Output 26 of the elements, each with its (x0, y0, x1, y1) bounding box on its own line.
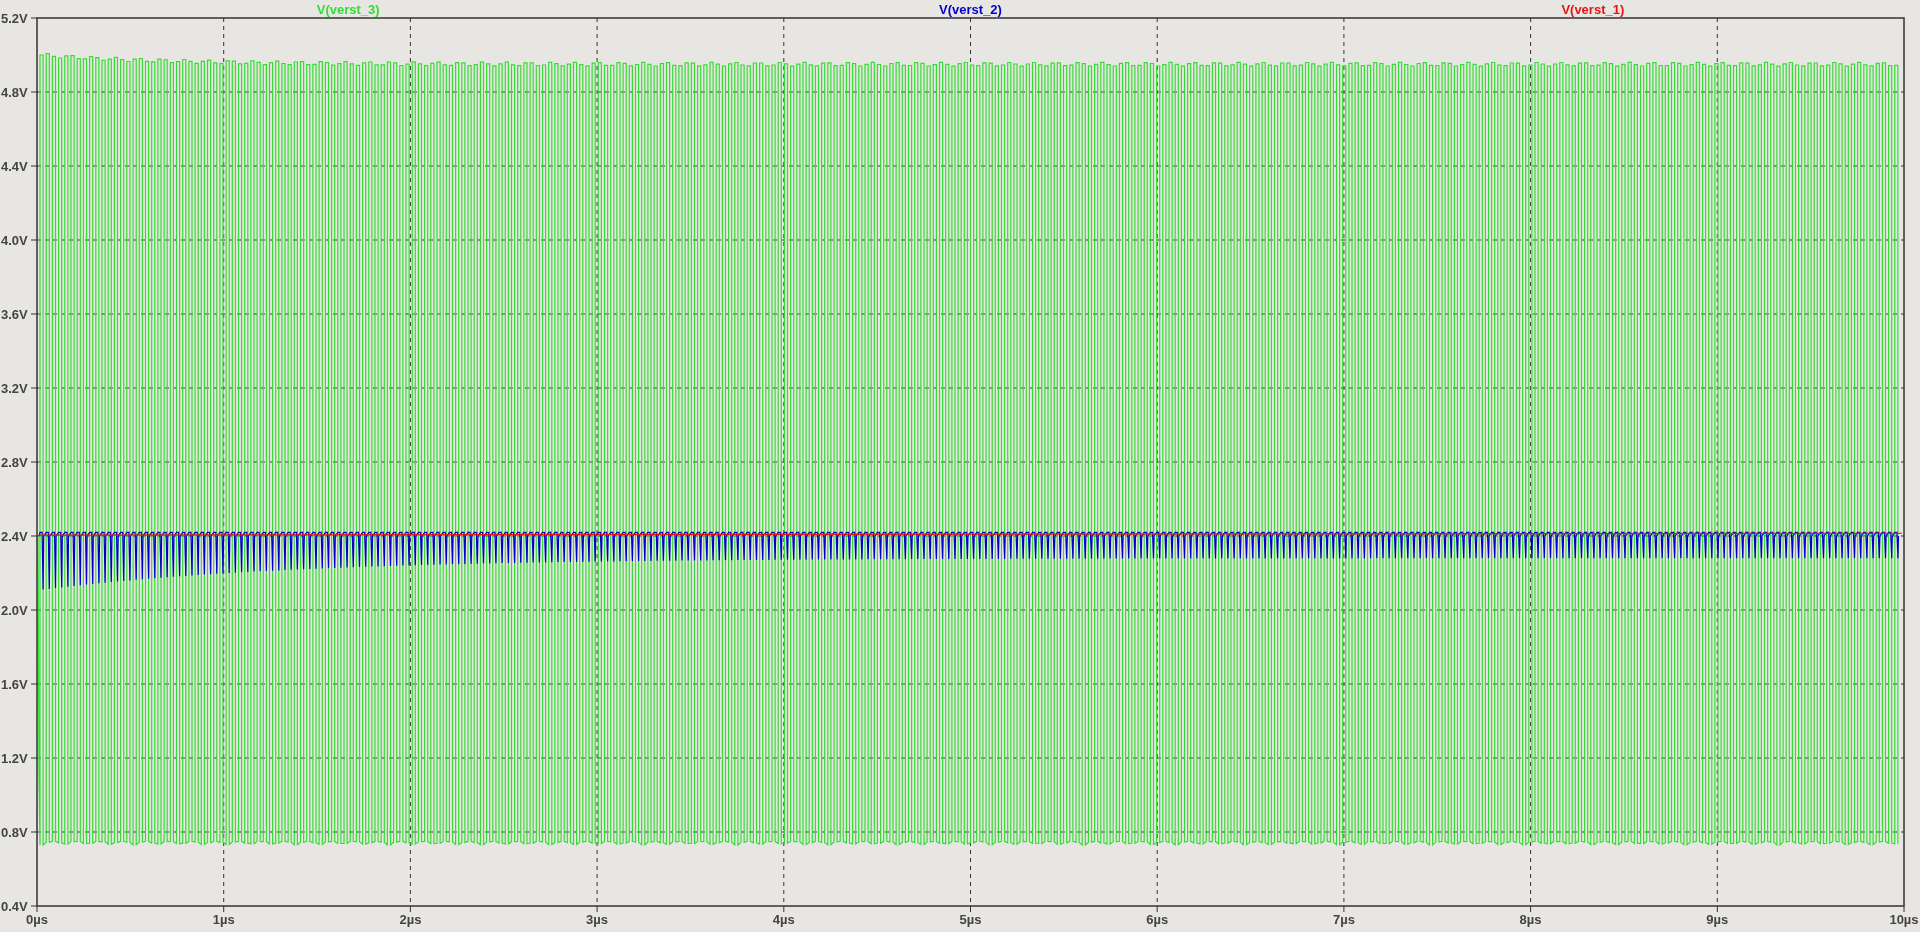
y-tick-label: 2.4V (1, 529, 28, 544)
x-tick-label: 2µs (399, 912, 422, 927)
y-tick-label: 2.0V (1, 603, 28, 618)
x-tick-label: 4µs (772, 912, 795, 927)
x-tick-label: 9µs (1706, 912, 1729, 927)
y-tick-label: 1.6V (1, 677, 28, 692)
y-tick-label: 0.8V (1, 825, 28, 840)
y-tick-label: 4.4V (1, 159, 28, 174)
x-tick-label: 6µs (1146, 912, 1169, 927)
x-tick-label: 1µs (212, 912, 235, 927)
y-tick-label: 4.8V (1, 85, 28, 100)
trace-label[interactable]: V(verst_2) (939, 2, 1002, 17)
y-tick-label: 3.6V (1, 307, 28, 322)
x-tick-label: 10µs (1889, 912, 1919, 927)
x-tick-label: 7µs (1332, 912, 1355, 927)
x-tick-label: 0µs (26, 912, 48, 927)
y-tick-label: 3.2V (1, 381, 28, 396)
trace-label[interactable]: V(verst_1) (1561, 2, 1625, 17)
y-tick-label: 0.4V (1, 899, 28, 914)
y-tick-label: 5.2V (1, 11, 28, 26)
y-tick-label: 2.8V (1, 455, 28, 470)
x-tick-label: 5µs (959, 912, 982, 927)
x-tick-label: 3µs (586, 912, 609, 927)
x-tick-label: 8µs (1519, 912, 1542, 927)
y-tick-label: 1.2V (1, 751, 28, 766)
y-tick-label: 4.0V (1, 233, 28, 248)
